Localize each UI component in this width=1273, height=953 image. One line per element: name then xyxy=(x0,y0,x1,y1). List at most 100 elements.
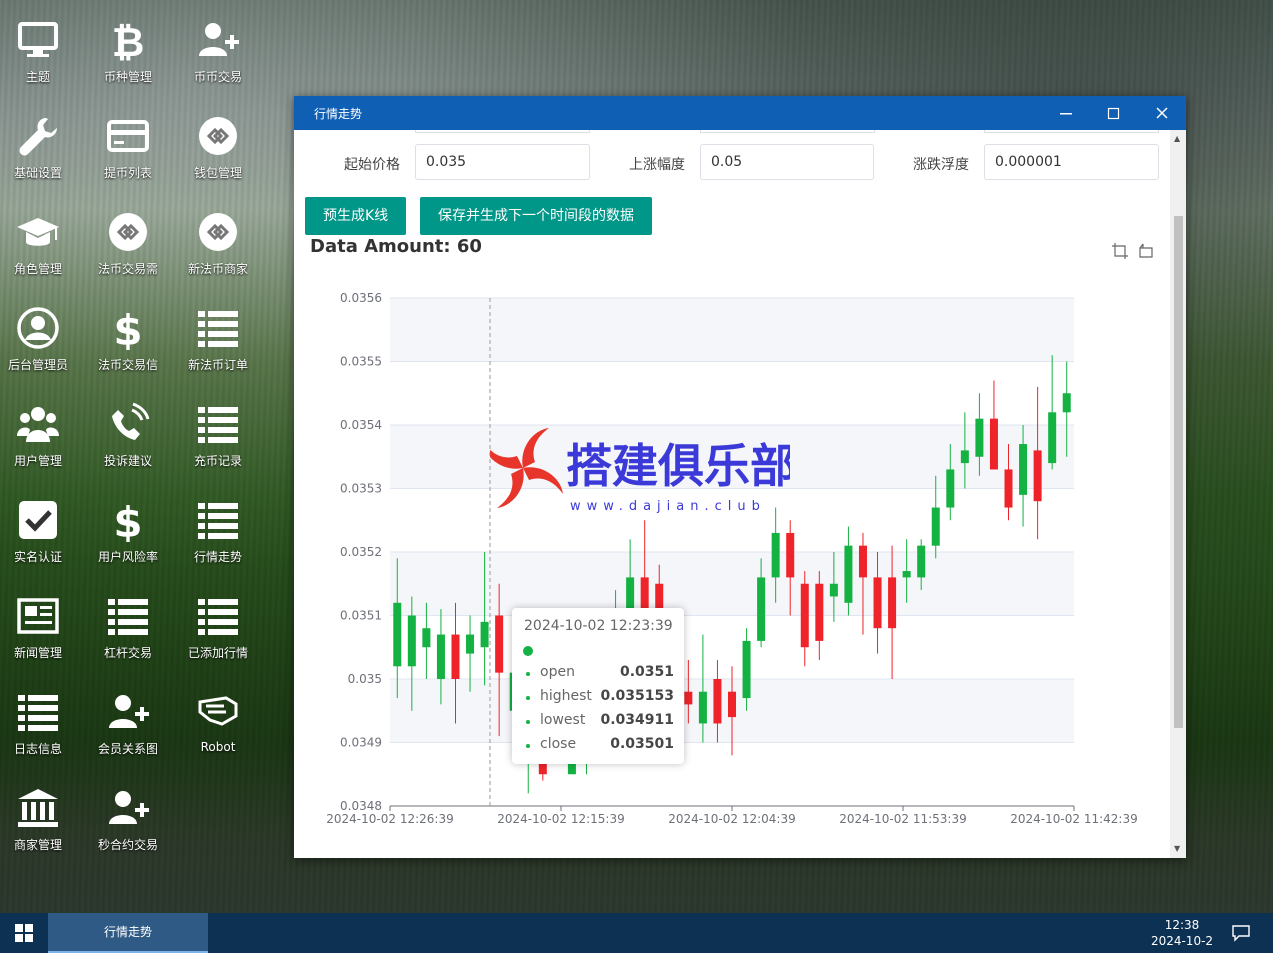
desktop-icon-11[interactable]: 新法币订单 xyxy=(173,288,263,378)
taskbar-clock[interactable]: 12:38 2024-10-2 xyxy=(1146,917,1218,949)
desktop-icon-13[interactable]: 投诉建议 xyxy=(83,384,173,474)
user-circle-icon xyxy=(17,307,59,349)
desktop-icon-label: 钱包管理 xyxy=(193,166,242,180)
desktop-icon-label: 基础设置 xyxy=(13,166,62,180)
desktop-icon-label: 新闻管理 xyxy=(13,646,62,660)
desktop-icon-6[interactable]: 角色管理 xyxy=(0,192,83,282)
desktop-icon-2[interactable]: 币币交易 xyxy=(173,0,263,90)
watermark-text: 搭建俱乐部 xyxy=(566,439,790,493)
y-tick-label: 0.0351 xyxy=(340,609,382,623)
candle-body xyxy=(815,583,824,641)
desktop-icon-label: 日志信息 xyxy=(13,742,62,756)
desktop-icon-12[interactable]: 用户管理 xyxy=(0,384,83,474)
svg-text:₿: ₿ xyxy=(112,20,145,62)
monitor-icon xyxy=(18,22,58,57)
desktop-icon-10[interactable]: $ 法币交易信 xyxy=(83,288,173,378)
candle-body xyxy=(800,583,809,648)
desktop-icon-label: 行情走势 xyxy=(193,550,242,564)
desktop-icon-label: 杠杆交易 xyxy=(103,646,152,660)
desktop-icon-1[interactable]: ₿ 币种管理 xyxy=(83,0,173,90)
watermark-url: www.dajian.club xyxy=(570,499,766,514)
candle-body xyxy=(1062,393,1071,413)
desktop-icon-25[interactable]: 秒合约交易 xyxy=(83,768,173,858)
check-square-icon xyxy=(19,501,57,539)
desktop-icon-23[interactable]: Robot xyxy=(173,672,263,762)
y-tick-label: 0.0353 xyxy=(340,482,382,496)
desktop-icon-label: 用户风险率 xyxy=(97,550,158,564)
desktop-icon-4[interactable]: 提币列表 xyxy=(83,96,173,186)
desktop-icon-16[interactable]: $ 用户风险率 xyxy=(83,480,173,570)
desktop-icon-label: 投诉建议 xyxy=(103,454,152,468)
bank-icon xyxy=(18,789,58,827)
desktop-icon-label: 法币交易需 xyxy=(97,262,158,276)
newspaper-icon xyxy=(17,598,59,634)
candle-body xyxy=(480,621,489,648)
user-plus-icon xyxy=(109,791,149,824)
notification-button[interactable] xyxy=(1226,921,1256,945)
desktop-icon-label: 币币交易 xyxy=(193,70,242,84)
taskbar: 行情走势 12:38 2024-10-2 xyxy=(0,913,1273,953)
scroll-down-arrow-icon[interactable]: ▼ xyxy=(1174,844,1180,853)
candle-body xyxy=(640,577,649,610)
start-button[interactable] xyxy=(0,913,48,953)
y-tick-label: 0.0352 xyxy=(340,545,382,559)
desktop-icon-14[interactable]: 充币记录 xyxy=(173,384,263,474)
y-tick-label: 0.0348 xyxy=(340,799,382,813)
desktop-icon-17[interactable]: 行情走势 xyxy=(173,480,263,570)
desktop-icon-9[interactable]: 后台管理员 xyxy=(0,288,83,378)
desktop-icon-label: 法币交易信 xyxy=(97,358,158,372)
watermark-logo-icon: 搭建俱乐部 www.dajian.club xyxy=(483,428,796,514)
desktop-icon-22[interactable]: 会员关系图 xyxy=(83,672,173,762)
minimize-icon xyxy=(1060,113,1072,115)
desktop-icon-7[interactable]: 法币交易需 xyxy=(83,192,173,282)
close-button[interactable] xyxy=(1138,96,1186,130)
candle-body xyxy=(960,450,969,464)
candle-body xyxy=(888,577,897,629)
list-icon xyxy=(198,407,238,443)
desktop-icon-19[interactable]: 杠杆交易 xyxy=(83,576,173,666)
desktop-icon-8[interactable]: 新法币商家 xyxy=(173,192,263,282)
taskbar-item-market-trend[interactable]: 行情走势 xyxy=(48,913,208,953)
graduation-cap-icon xyxy=(17,218,59,246)
maximize-button[interactable] xyxy=(1090,96,1138,130)
desktop-icon-5[interactable]: 钱包管理 xyxy=(173,96,263,186)
desktop-icon-21[interactable]: 日志信息 xyxy=(0,672,83,762)
candle-body xyxy=(422,628,431,648)
desktop-icon-24[interactable]: 商家管理 xyxy=(0,768,83,858)
candle-body xyxy=(742,640,751,699)
minimize-button[interactable] xyxy=(1042,96,1090,130)
credit-card-icon xyxy=(107,120,149,152)
dollar-icon: $ xyxy=(113,498,142,542)
scrollbar-thumb[interactable] xyxy=(1174,216,1183,728)
candle-body xyxy=(771,532,780,578)
exchange-circle-icon xyxy=(109,213,147,251)
x-tick-label: 2024-10-02 12:15:39 xyxy=(497,812,624,826)
robot-hand-icon xyxy=(198,696,238,726)
candle-body xyxy=(902,571,911,578)
grid-band xyxy=(390,298,1074,362)
list-icon xyxy=(198,503,238,539)
desktop-icon-label: 会员关系图 xyxy=(97,742,158,756)
candle-body xyxy=(436,634,445,679)
tooltip-time: 2024-10-02 12:23:39 xyxy=(524,618,673,634)
desktop-icon-20[interactable]: 已添加行情 xyxy=(173,576,263,666)
window-title: 行情走势 xyxy=(314,107,363,121)
candle-body xyxy=(1033,450,1042,502)
watermark: 搭建俱乐部 www.dajian.club xyxy=(483,424,796,524)
maximize-icon xyxy=(1107,107,1120,120)
window-titlebar[interactable]: 行情走势 xyxy=(294,96,1186,130)
svg-text:$: $ xyxy=(113,306,142,350)
y-tick-label: 0.0354 xyxy=(340,418,382,432)
desktop-icon-label: 秒合约交易 xyxy=(97,838,158,852)
candle-body xyxy=(407,615,416,667)
desktop-icon-3[interactable]: 基础设置 xyxy=(0,96,83,186)
window-scrollbar[interactable]: ▲ ▼ xyxy=(1170,130,1186,858)
desktop-icon-0[interactable]: 主题 xyxy=(0,0,83,90)
wrench-icon xyxy=(19,118,57,156)
candle-body xyxy=(1019,444,1028,495)
desktop-icon-15[interactable]: 实名认证 xyxy=(0,480,83,570)
candle-body xyxy=(844,545,853,603)
scroll-up-arrow-icon[interactable]: ▲ xyxy=(1174,134,1180,143)
desktop-icon-label: 商家管理 xyxy=(13,838,62,852)
desktop-icon-18[interactable]: 新闻管理 xyxy=(0,576,83,666)
